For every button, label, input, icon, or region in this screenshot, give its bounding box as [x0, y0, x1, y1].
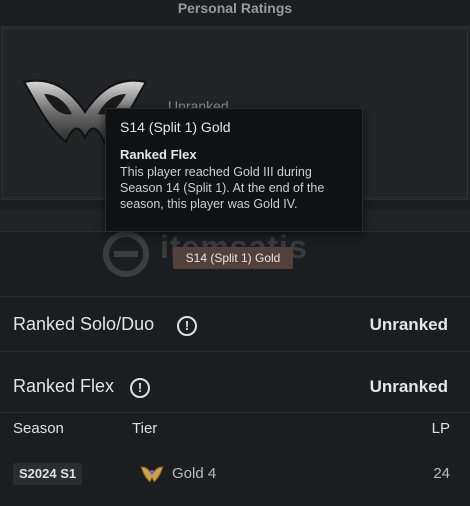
queue-label-flex: Ranked Flex — [13, 376, 115, 396]
tooltip-title: S14 (Split 1) Gold — [120, 119, 231, 135]
queue-status-flex: Unranked — [369, 377, 448, 396]
tooltip-body: This player reached Gold III during Seas… — [120, 165, 325, 211]
queue-status-solo: Unranked — [369, 315, 448, 334]
column-header-tier: Tier — [132, 420, 158, 437]
rank-tooltip: S14 (Split 1) Gold Ranked Flex This play… — [105, 108, 363, 232]
gold-tier-icon — [140, 466, 164, 483]
info-icon[interactable]: ! — [177, 316, 197, 336]
section-title: Personal Ratings — [177, 0, 293, 16]
column-header-season: Season — [13, 420, 64, 437]
season-tag: S2024 S1 — [13, 463, 83, 485]
column-header-lp: LP — [431, 420, 450, 437]
queue-label-solo: Ranked Solo/Duo — [13, 314, 155, 334]
info-icon[interactable]: ! — [130, 378, 150, 398]
table-header — [0, 412, 470, 449]
lp-value: 24 — [433, 465, 450, 482]
tier-value: Gold 4 — [172, 465, 217, 482]
tooltip-subtitle: Ranked Flex — [120, 147, 197, 162]
season-rank-badge[interactable]: S14 (Split 1) Gold — [173, 247, 293, 269]
